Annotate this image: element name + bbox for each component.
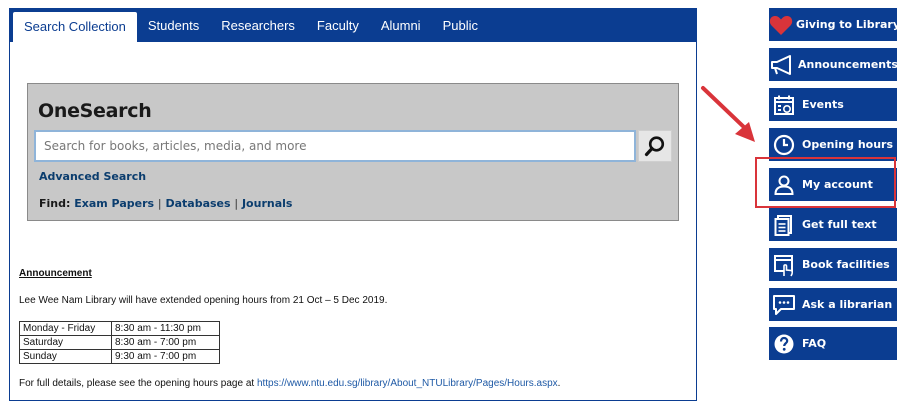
question-icon [769,327,799,360]
details-note: For full details, please see the opening… [19,378,560,389]
sidebar-announcements[interactable]: Announcements [769,48,898,81]
hours-day: Monday - Friday [19,321,112,336]
hours-day: Saturday [19,335,112,350]
find-separator: | [234,197,239,210]
document-icon [769,208,799,241]
databases-link[interactable]: Databases [165,197,230,210]
table-row: Monday - Friday 8:30 am - 11:30 pm [19,321,220,336]
main-panel: Search Collection Students Researchers F… [9,8,697,401]
sidebar-events[interactable]: Events [769,88,897,121]
audience-tabs: Search Collection Students Researchers F… [10,9,696,42]
search-button[interactable] [638,130,672,162]
announcement-title: Announcement [19,268,92,279]
tab-faculty[interactable]: Faculty [306,9,370,42]
my-account-highlight-annotation [755,157,896,208]
opening-hours-url-link[interactable]: https://www.ntu.edu.sg/library/About_NTU… [257,378,558,389]
onesearch-panel: OneSearch Advanced Search Find: Exam Pap… [27,83,679,221]
sidebar-label: Events [802,98,844,111]
sidebar-label: FAQ [802,337,827,350]
heart-icon [769,8,793,41]
sidebar-get-full-text[interactable]: Get full text [769,208,897,241]
table-row: Sunday 9:30 am - 7:00 pm [19,349,220,364]
sidebar-label: Book facilities [802,258,890,271]
tab-search-collection[interactable]: Search Collection [13,12,137,42]
sidebar-label: Ask a librarian [802,298,893,311]
search-input[interactable] [34,130,636,162]
hours-time: 8:30 am - 7:00 pm [111,335,220,350]
sidebar-label: Opening hours [802,138,894,151]
hours-time: 8:30 am - 11:30 pm [111,321,220,336]
search-icon [644,136,665,157]
find-label: Find: [39,197,71,210]
sidebar-label: Giving to Library [796,18,901,31]
onesearch-brand: OneSearch [38,100,152,122]
tab-researchers[interactable]: Researchers [210,9,306,42]
sidebar-giving-to-library[interactable]: Giving to Library [769,8,901,41]
pointer-arrow-annotation [701,86,755,142]
sidebar-book-facilities[interactable]: Book facilities [769,248,897,281]
hours-table: Monday - Friday 8:30 am - 11:30 pm Satur… [19,321,220,364]
hours-time: 9:30 am - 7:00 pm [111,349,220,364]
sidebar-ask-a-librarian[interactable]: Ask a librarian [769,288,897,321]
journals-link[interactable]: Journals [242,197,292,210]
calendar-icon [769,88,799,121]
chat-icon [769,288,799,321]
sidebar-label: Announcements [798,58,898,71]
booking-icon [769,248,799,281]
find-separator: | [157,197,162,210]
tab-students[interactable]: Students [137,9,210,42]
tab-public[interactable]: Public [432,9,489,42]
find-row: Find: Exam Papers | Databases | Journals [39,197,292,210]
megaphone-icon [769,48,795,81]
table-row: Saturday 8:30 am - 7:00 pm [19,335,220,350]
advanced-search-link[interactable]: Advanced Search [39,170,146,183]
hours-day: Sunday [19,349,112,364]
sidebar-label: Get full text [802,218,877,231]
sidebar-faq[interactable]: FAQ [769,327,897,360]
details-suffix: . [557,378,561,389]
details-prefix: For full details, please see the opening… [19,378,257,389]
announcement-text: Lee Wee Nam Library will have extended o… [19,295,388,306]
tab-alumni[interactable]: Alumni [370,9,432,42]
exam-papers-link[interactable]: Exam Papers [74,197,154,210]
